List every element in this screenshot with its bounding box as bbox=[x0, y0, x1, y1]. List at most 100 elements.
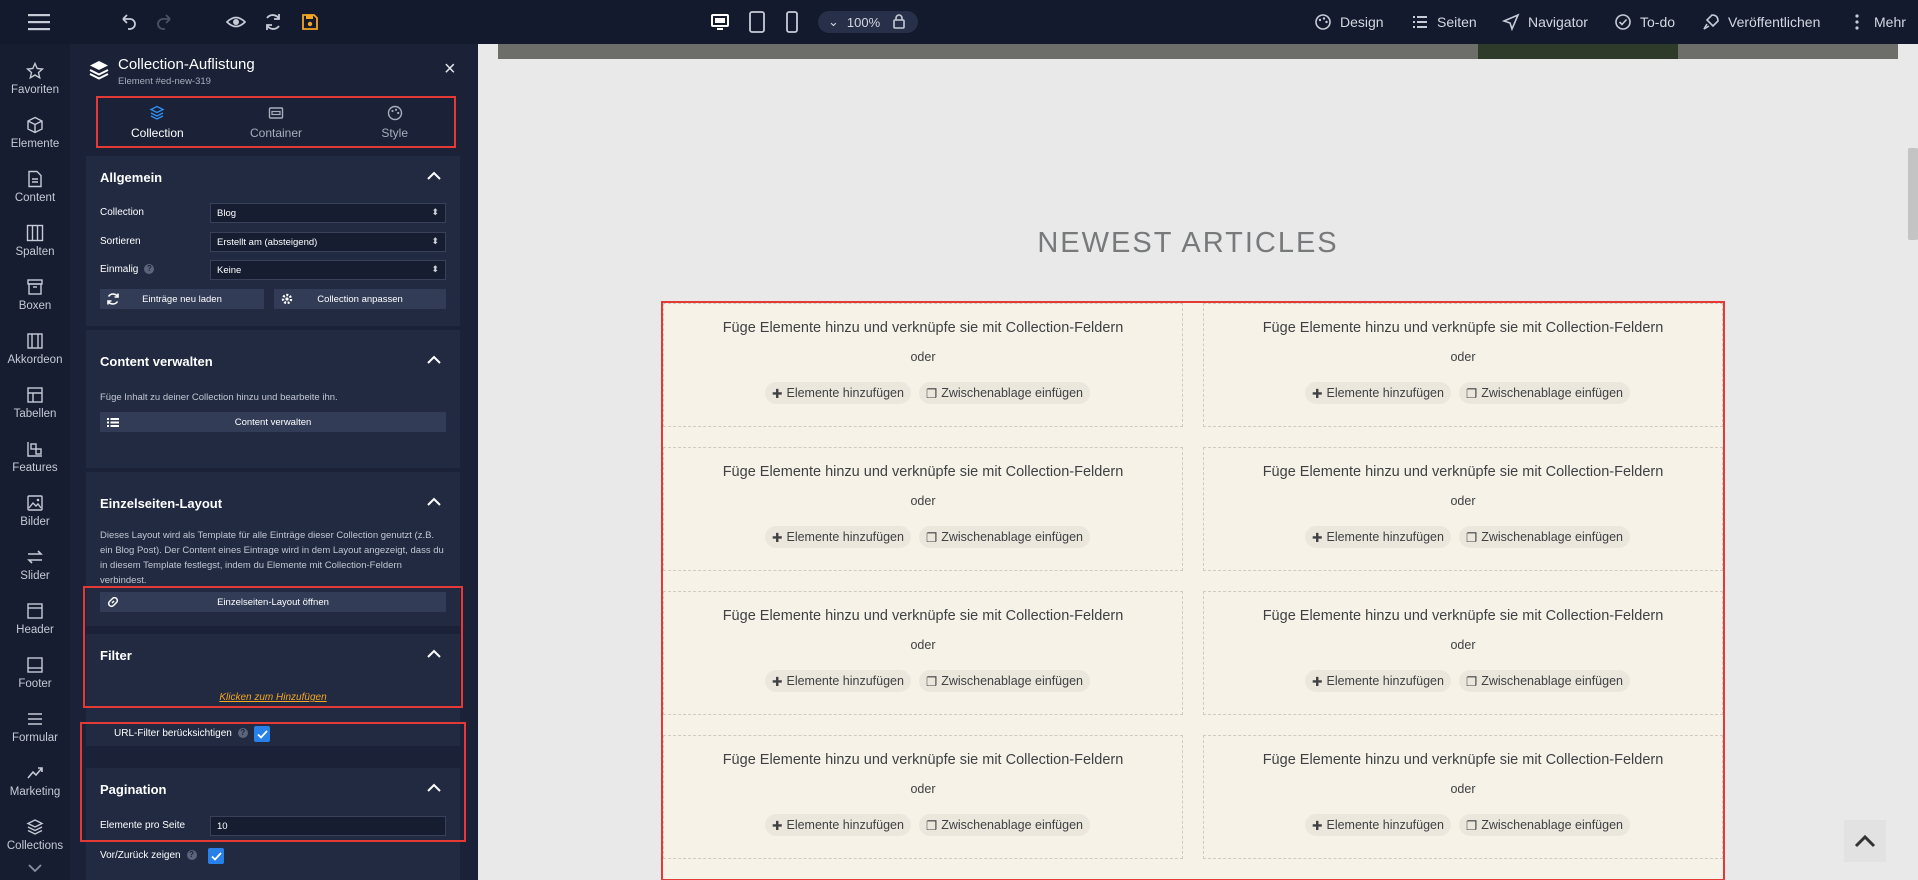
canvas-scrollbar[interactable] bbox=[1908, 148, 1918, 240]
add-elements-button[interactable]: ✚ Elemente hinzufügen bbox=[1305, 382, 1451, 404]
sidebar-item-tabellen[interactable]: Tabellen bbox=[0, 376, 70, 430]
manage-content-button[interactable]: Content verwalten bbox=[100, 412, 446, 432]
sidebar-item-header[interactable]: Header bbox=[0, 592, 70, 646]
once-select[interactable]: Keine ⬍ bbox=[210, 260, 446, 280]
add-elements-label: Elemente hinzufügen bbox=[786, 386, 904, 400]
sidebar-item-features[interactable]: Features bbox=[0, 430, 70, 484]
help-icon[interactable]: ? bbox=[144, 264, 155, 275]
plus-icon: ✚ bbox=[1312, 530, 1323, 545]
rocket-icon bbox=[1703, 14, 1719, 30]
collection-item[interactable]: Füge Elemente hinzu und verknüpfe sie mi… bbox=[663, 303, 1183, 427]
section-header[interactable]: Einzelseiten-Layout bbox=[86, 482, 460, 522]
mobile-view-icon[interactable] bbox=[785, 11, 799, 33]
sidebar-item-collections[interactable]: Collections bbox=[0, 808, 70, 862]
plus-icon: ✚ bbox=[772, 530, 783, 545]
collection-item[interactable]: Füge Elemente hinzu und verknüpfe sie mi… bbox=[1203, 591, 1723, 715]
collection-value: Blog bbox=[217, 208, 237, 219]
add-elements-button[interactable]: ✚ Elemente hinzufügen bbox=[765, 382, 911, 404]
add-elements-button[interactable]: ✚ Elemente hinzufügen bbox=[765, 526, 911, 548]
paste-clipboard-button[interactable]: ❐ Zwischenablage einfügen bbox=[1459, 670, 1630, 692]
navigator-button[interactable]: Navigator bbox=[1502, 8, 1588, 36]
sidebar-item-spalten[interactable]: Spalten bbox=[0, 214, 70, 268]
add-elements-button[interactable]: ✚ Elemente hinzufügen bbox=[1305, 526, 1451, 548]
clipboard-icon: ❐ bbox=[1466, 386, 1478, 401]
sort-select[interactable]: Erstellt am (absteigend) ⬍ bbox=[210, 232, 446, 252]
paste-clipboard-button[interactable]: ❐ Zwischenablage einfügen bbox=[1459, 382, 1630, 404]
paste-label: Zwischenablage einfügen bbox=[941, 530, 1083, 544]
sidebar-item-marketing[interactable]: Marketing bbox=[0, 754, 70, 808]
paste-clipboard-button[interactable]: ❐ Zwischenablage einfügen bbox=[919, 382, 1090, 404]
tab-container[interactable]: Container bbox=[217, 98, 336, 146]
help-icon[interactable]: ? bbox=[186, 850, 197, 861]
sidebar-item-label: Favoriten bbox=[11, 84, 59, 96]
collection-item[interactable]: Füge Elemente hinzu und verknüpfe sie mi… bbox=[663, 591, 1183, 715]
add-elements-button[interactable]: ✚ Elemente hinzufügen bbox=[1305, 814, 1451, 836]
sidebar-item-bilder[interactable]: Bilder bbox=[0, 484, 70, 538]
collection-item[interactable]: Füge Elemente hinzu und verknüpfe sie mi… bbox=[1203, 303, 1723, 427]
publish-button[interactable]: Veröffentlichen bbox=[1702, 8, 1820, 36]
add-elements-button[interactable]: ✚ Elemente hinzufügen bbox=[1305, 670, 1451, 692]
sidebar-item-favoriten[interactable]: Favoriten bbox=[0, 52, 70, 106]
undo-icon[interactable] bbox=[119, 13, 137, 31]
menu-icon[interactable] bbox=[28, 13, 50, 31]
clipboard-icon: ❐ bbox=[926, 530, 938, 545]
tab-collection[interactable]: Collection bbox=[98, 98, 217, 146]
tab-style[interactable]: Style bbox=[335, 98, 454, 146]
section-header[interactable]: Content verwalten bbox=[86, 340, 460, 380]
once-label-text: Einmalig bbox=[100, 264, 139, 275]
palette-icon bbox=[387, 105, 402, 120]
paste-clipboard-button[interactable]: ❐ Zwischenablage einfügen bbox=[919, 814, 1090, 836]
adjust-collection-button[interactable]: Collection anpassen bbox=[274, 289, 446, 309]
add-elements-label: Elemente hinzufügen bbox=[1326, 386, 1444, 400]
prev-next-checkbox[interactable] bbox=[208, 848, 224, 864]
more-label: Mehr bbox=[1874, 14, 1906, 30]
add-elements-button[interactable]: ✚ Elemente hinzufügen bbox=[765, 814, 911, 836]
lock-icon[interactable] bbox=[892, 13, 906, 29]
sidebar-item-footer[interactable]: Footer bbox=[0, 646, 70, 700]
more-button[interactable]: Mehr bbox=[1848, 8, 1906, 36]
collection-item[interactable]: Füge Elemente hinzu und verknüpfe sie mi… bbox=[663, 447, 1183, 571]
preview-eye-icon[interactable] bbox=[226, 13, 246, 31]
section-title: Allgemein bbox=[100, 170, 163, 185]
collection-select[interactable]: Blog ⬍ bbox=[210, 203, 446, 223]
plus-icon: ✚ bbox=[1312, 674, 1323, 689]
sidebar-item-content[interactable]: Content bbox=[0, 160, 70, 214]
sidebar-item-formular[interactable]: Formular bbox=[0, 700, 70, 754]
paste-clipboard-button[interactable]: ❐ Zwischenablage einfügen bbox=[919, 526, 1090, 548]
design-button[interactable]: Design bbox=[1314, 8, 1384, 36]
paste-clipboard-button[interactable]: ❐ Zwischenablage einfügen bbox=[1459, 814, 1630, 836]
sidebar-item-akkordeon[interactable]: Akkordeon bbox=[0, 322, 70, 376]
collection-item[interactable]: Füge Elemente hinzu und verknüpfe sie mi… bbox=[663, 735, 1183, 859]
paste-clipboard-button[interactable]: ❐ Zwischenablage einfügen bbox=[1459, 526, 1630, 548]
refresh-icon[interactable] bbox=[263, 12, 283, 32]
pages-button[interactable]: Seiten bbox=[1411, 8, 1477, 36]
sort-value: Erstellt am (absteigend) bbox=[217, 237, 318, 248]
sidebar-item-slider[interactable]: Slider bbox=[0, 538, 70, 592]
paste-clipboard-button[interactable]: ❐ Zwischenablage einfügen bbox=[919, 670, 1090, 692]
desktop-view-icon[interactable] bbox=[710, 12, 730, 32]
paste-label: Zwischenablage einfügen bbox=[941, 818, 1083, 832]
publish-label: Veröffentlichen bbox=[1728, 14, 1821, 30]
container-icon bbox=[268, 106, 284, 119]
add-elements-button[interactable]: ✚ Elemente hinzufügen bbox=[765, 670, 911, 692]
paste-label: Zwischenablage einfügen bbox=[1481, 674, 1623, 688]
section-header[interactable]: Allgemein bbox=[86, 156, 460, 196]
scroll-to-top-button[interactable] bbox=[1844, 820, 1886, 862]
sidebar-scroll-down-icon[interactable] bbox=[26, 862, 44, 877]
close-icon[interactable]: × bbox=[444, 59, 456, 79]
cube-icon bbox=[27, 116, 43, 134]
collection-grid[interactable]: Füge Elemente hinzu und verknüpfe sie mi… bbox=[661, 301, 1725, 880]
sidebar-item-elemente[interactable]: Elemente bbox=[0, 106, 70, 160]
topbar: ⌄ 100% Design Seiten Navigator To-do Ver… bbox=[0, 0, 1918, 44]
save-icon[interactable] bbox=[300, 12, 320, 32]
sidebar-item-boxen[interactable]: Boxen bbox=[0, 268, 70, 322]
reload-entries-button[interactable]: Einträge neu laden bbox=[100, 289, 264, 309]
placeholder-or: oder bbox=[910, 350, 936, 364]
redo-icon[interactable] bbox=[156, 13, 174, 31]
todo-button[interactable]: To-do bbox=[1614, 8, 1675, 36]
collection-item[interactable]: Füge Elemente hinzu und verknüpfe sie mi… bbox=[1203, 735, 1723, 859]
collection-item[interactable]: Füge Elemente hinzu und verknüpfe sie mi… bbox=[1203, 447, 1723, 571]
section-headline[interactable]: NEWEST ARTICLES bbox=[478, 227, 1898, 260]
tablet-view-icon[interactable] bbox=[748, 11, 766, 33]
sidebar-item-label: Features bbox=[12, 462, 58, 474]
